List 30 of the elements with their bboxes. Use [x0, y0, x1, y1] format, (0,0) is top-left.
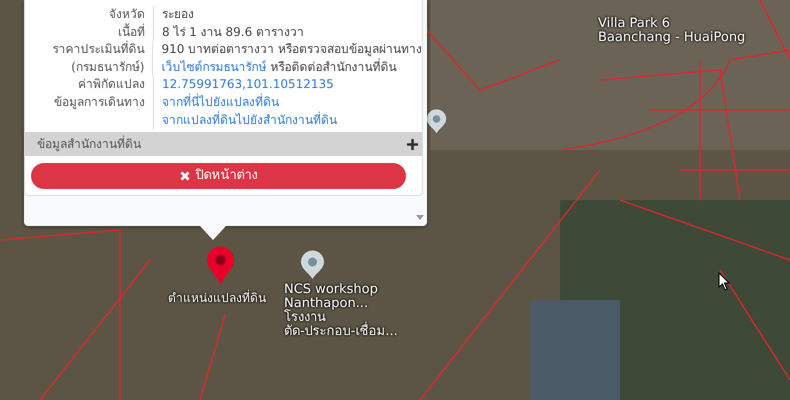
field-label: (กรมธนารักษ์): [70, 58, 144, 76]
place-label: Baanchang - HuaiPong: [598, 31, 746, 45]
field-label: ราคาประเมินที่ดิน: [51, 41, 144, 58]
section-header[interactable]: ข้อมูลสำนักงานที่ดิน: [25, 132, 422, 156]
place-label: Nanthapon...: [284, 297, 370, 311]
field-value: 910 บาทต่อตารางวา หรือตรวจสอบข้อมูลผ่านทาง: [161, 42, 422, 56]
field-label: จังหวัด: [108, 6, 145, 23]
link[interactable]: เว็บไซต์กรมธนารักษ์: [161, 60, 266, 74]
field-label: ค่าพิกัดแปลง: [77, 76, 145, 94]
field-value: หรือติดต่อสำนักงานที่ดิน: [270, 60, 396, 74]
field-value: ระยอง: [162, 7, 194, 21]
close-window-button[interactable]: ปิดหน้าต่าง: [31, 163, 406, 190]
place-label: NCS workshop: [284, 283, 379, 297]
pin-label: ตำแหน่งแปลงที่ดิน: [168, 291, 266, 305]
field-label: ข้อมูลการเดินทาง: [53, 94, 145, 112]
link[interactable]: จากที่นี่ไปยังแปลงที่ดิน: [162, 94, 279, 109]
scroll-down-arrow-icon[interactable]: [416, 215, 424, 220]
field-label: เนื้อที่: [117, 24, 145, 40]
place-label: Villa Park 6: [598, 17, 672, 31]
satellite-map[interactable]: [0, 0, 790, 400]
field-value: 8 ไร่ 1 งาน 89.6 ตารางวา: [162, 24, 304, 39]
link[interactable]: 12.75991763,101.10512135: [162, 77, 334, 92]
popup-pointer: [200, 226, 226, 240]
location-pin-icon[interactable]: [300, 250, 325, 280]
place-label: โรงงาน: [284, 311, 326, 325]
link[interactable]: จากแปลงที่ดินไปยังสำนักงานที่ดิน: [162, 112, 337, 127]
mouse-cursor-icon: [718, 272, 731, 291]
section-title: ข้อมูลสำนักงานที่ดิน: [37, 135, 141, 154]
close-icon: [180, 171, 190, 182]
location-pin-icon[interactable]: [426, 108, 447, 135]
